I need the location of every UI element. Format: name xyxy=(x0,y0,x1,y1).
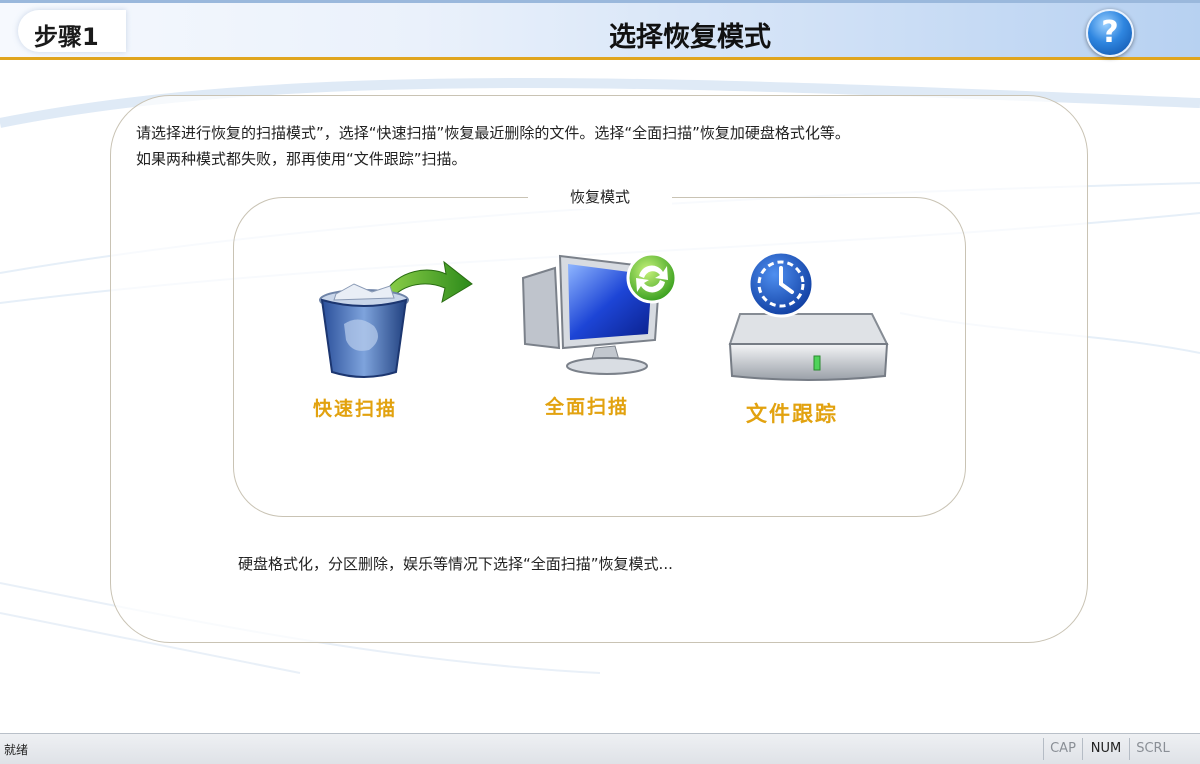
help-button[interactable]: ? xyxy=(1086,9,1134,57)
num-indicator: NUM xyxy=(1082,738,1129,760)
full-scan-label: 全面扫描 xyxy=(545,396,630,418)
cap-indicator: CAP xyxy=(1043,738,1082,760)
recycle-bin-arrow-icon xyxy=(319,260,473,378)
status-bar: 就绪 CAP NUM SCRL xyxy=(0,733,1200,764)
instructions-line-2: 如果两种模式都失败，那再使用“文件跟踪”扫描。 xyxy=(136,150,467,168)
full-scan-option[interactable]: 全面扫描 xyxy=(515,248,690,418)
file-tracking-label: 文件跟踪 xyxy=(746,402,838,426)
monitor-refresh-icon xyxy=(521,252,678,375)
title-bar: 步骤1 选择恢复模式 ? xyxy=(0,0,1200,60)
header-top-border xyxy=(0,0,1200,3)
instructions-line-1: 请选择进行恢复的扫描模式”，选择“快速扫描”恢复最近删除的文件。选择“全面扫描”… xyxy=(136,124,850,142)
scrl-indicator: SCRL xyxy=(1129,738,1176,760)
recovery-mode-legend: 恢复模式 xyxy=(528,185,672,209)
hard-drive-clock-icon xyxy=(728,250,889,381)
instructions: 请选择进行恢复的扫描模式”，选择“快速扫描”恢复最近删除的文件。选择“全面扫描”… xyxy=(136,120,1076,172)
file-tracking-option[interactable]: 文件跟踪 xyxy=(722,244,902,434)
quick-scan-label: 快速扫描 xyxy=(313,398,398,420)
quick-scan-option[interactable]: 快速扫描 xyxy=(300,250,480,430)
status-text: 就绪 xyxy=(4,743,29,757)
mode-hint: 硬盘格式化，分区删除，娱乐等情况下选择“全面扫描”恢复模式... xyxy=(238,555,673,573)
page-title: 选择恢复模式 xyxy=(609,22,771,53)
